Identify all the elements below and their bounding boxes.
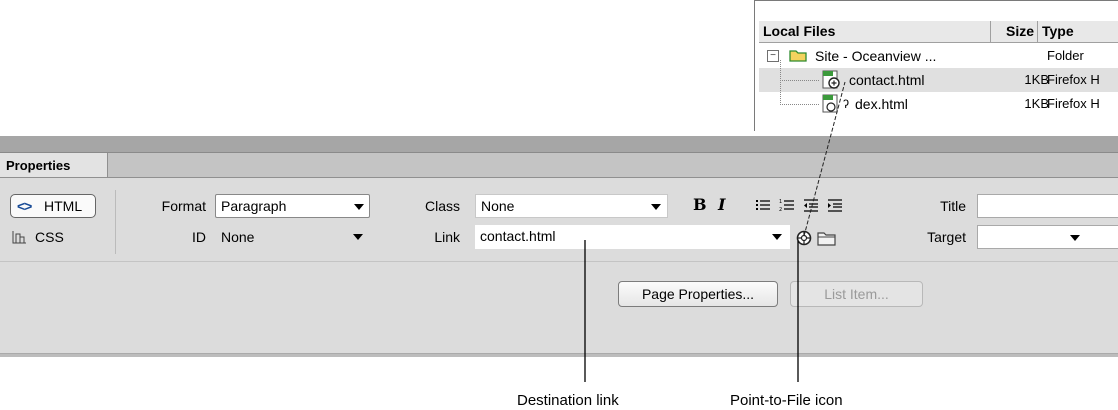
point-to-file-icon[interactable]: [795, 229, 813, 247]
browse-folder-icon[interactable]: [817, 231, 837, 246]
html-file-icon: [822, 70, 840, 89]
link-value: contact.html: [480, 228, 556, 244]
file-type: Firefox H: [1047, 96, 1100, 111]
callout-point-to-file: Point-to-File icon: [730, 392, 843, 409]
column-type[interactable]: Type: [1038, 21, 1118, 42]
unordered-list-icon[interactable]: [755, 198, 771, 212]
class-label: Class: [424, 198, 460, 214]
css-grid-icon: [12, 231, 26, 244]
list-item-button[interactable]: List Item...: [790, 281, 923, 307]
code-brackets-icon: <>: [17, 198, 32, 214]
chevron-down-icon: [651, 204, 661, 210]
format-value: Paragraph: [221, 198, 287, 214]
css-mode-button[interactable]: CSS: [10, 225, 96, 249]
files-header: Local Files Size Type: [759, 21, 1118, 43]
panel-tabstrip: Properties: [0, 153, 1118, 178]
svg-text:1: 1: [779, 199, 782, 205]
file-name: dex.html: [855, 96, 908, 112]
file-row-dex[interactable]: ʔ dex.html 1KB Firefox H: [759, 80, 1118, 116]
tab-properties[interactable]: Properties: [0, 153, 108, 177]
file-size: 1KB: [1024, 96, 1049, 111]
tree-line: [780, 80, 819, 105]
outdent-icon[interactable]: [803, 198, 819, 212]
panel-bottom-edge: [0, 353, 1118, 357]
chevron-down-icon: [772, 234, 782, 240]
id-value: None: [221, 229, 255, 245]
svg-text:2: 2: [779, 207, 782, 212]
link-input[interactable]: contact.html: [475, 225, 790, 249]
ordered-list-icon[interactable]: 1 2: [779, 198, 795, 212]
file-type: Folder: [1047, 48, 1084, 63]
id-label: ID: [192, 229, 206, 245]
html-mode-label: HTML: [44, 198, 83, 214]
link-label: Link: [434, 229, 460, 245]
panel-titlebar: [0, 136, 1118, 153]
italic-button[interactable]: I: [718, 194, 725, 216]
divider: [115, 190, 116, 254]
column-local-files[interactable]: Local Files: [759, 21, 991, 42]
format-label: Format: [161, 198, 206, 214]
chevron-down-icon: [353, 234, 363, 240]
class-value: None: [481, 198, 515, 214]
files-panel: Local Files Size Type − Site - Oceanview…: [754, 0, 1118, 131]
properties-panel: Properties <> HTML CSS Format Paragraph …: [0, 136, 1118, 357]
id-select[interactable]: None: [221, 225, 371, 249]
title-label: Title: [940, 198, 966, 214]
tree-line: [780, 60, 819, 81]
target-select[interactable]: [977, 225, 1118, 249]
target-label: Target: [927, 229, 966, 245]
callout-destination-link: Destination link: [517, 392, 619, 409]
cursor-mark-icon: ʔ: [843, 97, 849, 111]
title-input[interactable]: [977, 194, 1118, 218]
divider: [0, 261, 1118, 262]
indent-icon[interactable]: [827, 198, 843, 212]
chevron-down-icon: [1070, 235, 1080, 241]
html-file-icon: [822, 94, 838, 113]
format-select[interactable]: Paragraph: [215, 194, 370, 218]
css-mode-label: CSS: [35, 229, 64, 245]
bold-button[interactable]: B: [693, 194, 707, 216]
column-size[interactable]: Size: [991, 21, 1038, 42]
chevron-down-icon: [354, 204, 364, 210]
page-properties-button[interactable]: Page Properties...: [618, 281, 778, 307]
file-name: Site - Oceanview ...: [815, 48, 937, 64]
html-mode-button[interactable]: <> HTML: [10, 194, 96, 218]
class-select[interactable]: None: [475, 194, 668, 218]
file-size: 1KB: [1024, 72, 1049, 87]
file-name: contact.html: [849, 72, 925, 88]
collapse-icon[interactable]: −: [767, 50, 779, 62]
file-type: Firefox H: [1047, 72, 1100, 87]
